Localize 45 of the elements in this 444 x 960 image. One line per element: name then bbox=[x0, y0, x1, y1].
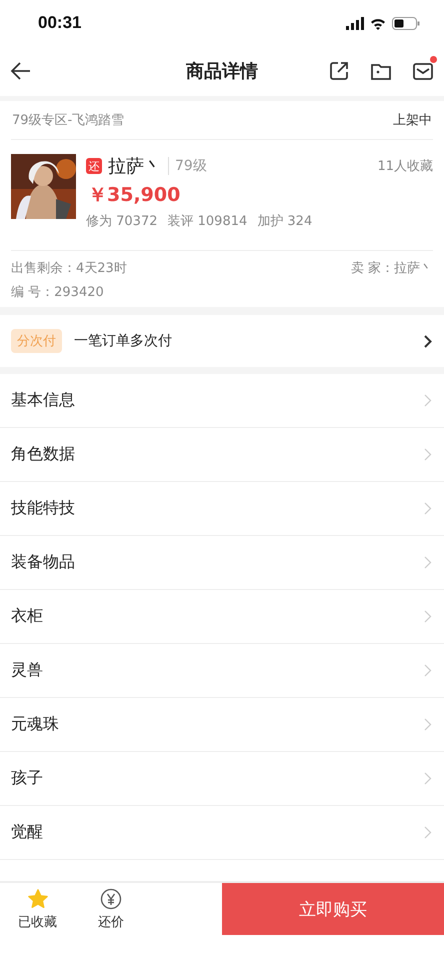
favorite-count: 11人收藏 bbox=[377, 158, 433, 175]
section-row[interactable]: 觉醒 bbox=[0, 806, 444, 860]
section-row[interactable]: 孩子 bbox=[0, 752, 444, 806]
section-row[interactable]: 元魂珠 bbox=[0, 698, 444, 752]
installment-text: 一笔订单多次付 bbox=[74, 332, 173, 350]
serial-number: 编 号：293420 bbox=[11, 284, 105, 301]
section-row[interactable]: 衣柜 bbox=[0, 590, 444, 644]
chevron-icon bbox=[424, 664, 432, 677]
status-time: 00:31 bbox=[38, 13, 82, 33]
stat-text: 装评 109814 bbox=[168, 213, 248, 230]
chevron-icon bbox=[424, 718, 432, 731]
share-icon[interactable] bbox=[328, 60, 350, 82]
chevron-icon bbox=[424, 394, 432, 407]
chevron-icon bbox=[424, 556, 432, 569]
section-row[interactable]: 技能特技 bbox=[0, 482, 444, 536]
seller-text: 卖 家：拉萨丶 bbox=[350, 260, 433, 277]
page-title: 商品详情 bbox=[186, 60, 258, 83]
chevron-icon bbox=[424, 334, 432, 348]
bargain-button[interactable]: 还价 bbox=[75, 883, 147, 935]
buy-now-button[interactable]: 立即购买 bbox=[222, 883, 444, 935]
section-row[interactable]: 灵兽 bbox=[0, 644, 444, 698]
yuan-icon bbox=[100, 888, 122, 910]
bargain-badge: 还 bbox=[86, 158, 102, 174]
time-remaining: 出售剩余：4天23时 bbox=[11, 260, 127, 277]
chevron-icon bbox=[424, 448, 432, 461]
signal-icon bbox=[346, 16, 364, 30]
favorite-button[interactable]: 已收藏 bbox=[0, 883, 75, 935]
installment-tag: 分次付 bbox=[11, 329, 62, 353]
zone-label: 79级专区-飞鸿踏雪 bbox=[12, 112, 124, 129]
listing-status: 上架中 bbox=[393, 112, 432, 129]
price: ￥35,900 bbox=[87, 183, 182, 208]
back-button[interactable] bbox=[10, 60, 32, 82]
chevron-icon bbox=[424, 826, 432, 839]
character-level: 79级 bbox=[168, 157, 207, 175]
chevron-icon bbox=[424, 610, 432, 623]
stat-text: 修为 70372 bbox=[86, 213, 158, 230]
section-row[interactable]: 基本信息 bbox=[0, 374, 444, 428]
wifi-icon bbox=[370, 16, 386, 30]
character-name: 拉萨丶 bbox=[108, 155, 162, 178]
stat-text: 加护 324 bbox=[257, 213, 312, 230]
section-row[interactable]: 装备物品 bbox=[0, 536, 444, 590]
section-row[interactable]: 角色数据 bbox=[0, 428, 444, 482]
chevron-icon bbox=[424, 772, 432, 785]
battery-icon bbox=[392, 16, 420, 30]
chevron-icon bbox=[424, 502, 432, 515]
